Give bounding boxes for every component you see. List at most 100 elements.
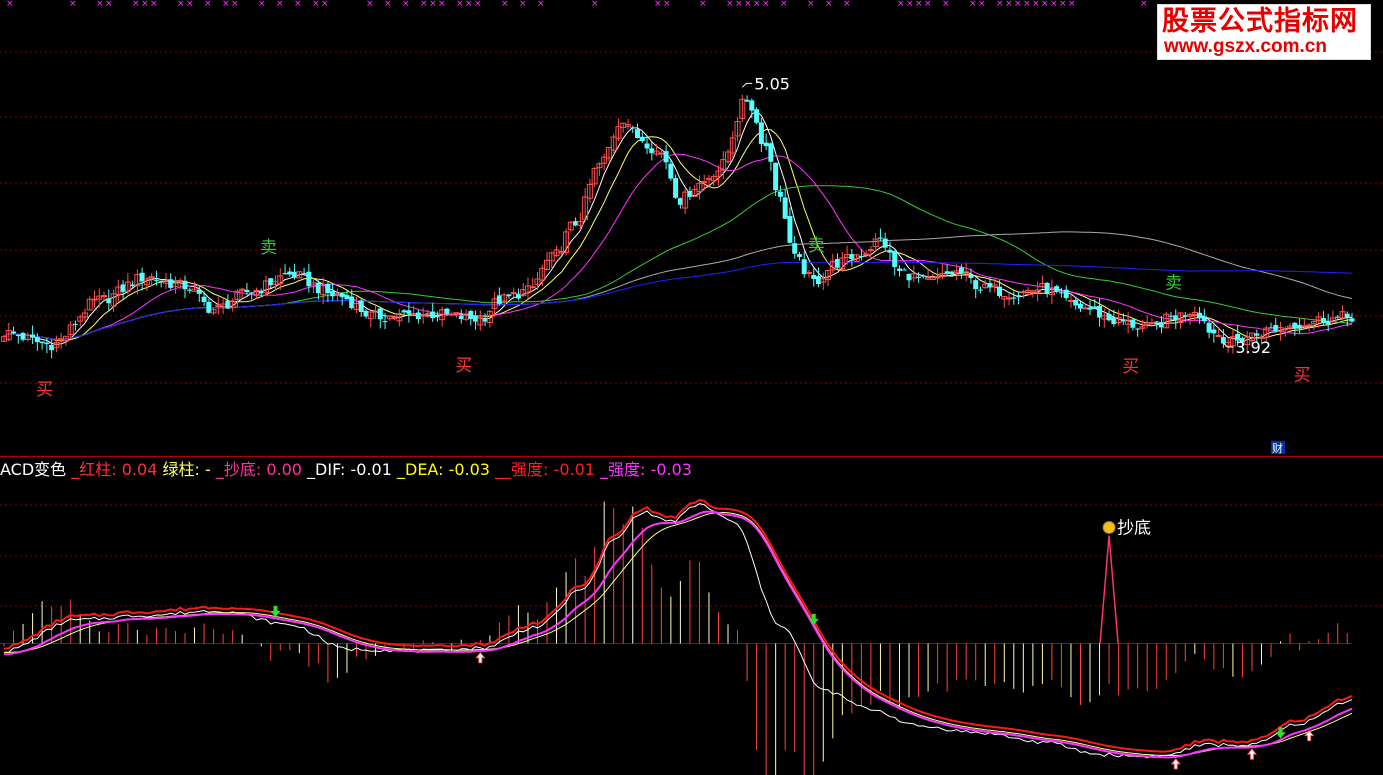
candle[interactable] xyxy=(1163,311,1170,329)
candle[interactable] xyxy=(139,267,145,291)
candle[interactable] xyxy=(739,94,746,122)
candle[interactable] xyxy=(591,167,598,188)
candle[interactable] xyxy=(468,310,474,326)
candle[interactable] xyxy=(158,280,164,288)
candle[interactable] xyxy=(1301,318,1308,329)
candle[interactable] xyxy=(168,273,174,291)
candle[interactable] xyxy=(225,294,231,310)
candle[interactable] xyxy=(524,277,531,300)
candle[interactable] xyxy=(620,122,627,133)
candle[interactable] xyxy=(906,273,912,289)
candle[interactable] xyxy=(187,287,193,294)
candle[interactable] xyxy=(482,313,488,327)
candle[interactable] xyxy=(1320,311,1326,325)
candle[interactable] xyxy=(11,326,17,335)
candlestick-series[interactable] xyxy=(1,94,1355,359)
candle[interactable] xyxy=(729,130,736,158)
candle[interactable] xyxy=(635,123,641,139)
candle[interactable] xyxy=(725,149,732,165)
candle[interactable] xyxy=(458,309,464,324)
candle[interactable] xyxy=(1025,287,1032,296)
candle[interactable] xyxy=(515,288,521,301)
candle[interactable] xyxy=(1273,318,1279,331)
candle[interactable] xyxy=(1020,289,1027,299)
candle[interactable] xyxy=(749,98,755,119)
candle[interactable] xyxy=(473,310,479,330)
candle[interactable] xyxy=(1006,293,1013,306)
candle[interactable] xyxy=(673,174,679,200)
candle[interactable] xyxy=(849,248,855,267)
candle[interactable] xyxy=(901,267,907,271)
candle[interactable] xyxy=(944,264,950,277)
candle[interactable] xyxy=(1144,315,1151,329)
candle[interactable] xyxy=(1034,281,1041,302)
candle[interactable] xyxy=(934,267,941,284)
candle[interactable] xyxy=(448,312,455,316)
candle[interactable] xyxy=(120,280,126,300)
candle[interactable] xyxy=(734,117,741,142)
candle[interactable] xyxy=(910,265,917,282)
candle[interactable] xyxy=(39,341,45,350)
candle[interactable] xyxy=(30,325,36,344)
candle[interactable] xyxy=(1173,309,1179,330)
candle[interactable] xyxy=(548,251,555,269)
candle[interactable] xyxy=(510,287,517,300)
candle[interactable] xyxy=(210,308,217,316)
candle[interactable] xyxy=(477,310,484,331)
candle[interactable] xyxy=(1125,311,1132,334)
candle[interactable] xyxy=(249,292,255,300)
candle[interactable] xyxy=(272,275,279,291)
candle[interactable] xyxy=(439,306,446,327)
candle[interactable] xyxy=(229,298,236,312)
candle[interactable] xyxy=(777,185,783,202)
candle[interactable] xyxy=(768,142,774,171)
candle[interactable] xyxy=(553,245,560,257)
candle[interactable] xyxy=(292,263,298,280)
candle[interactable] xyxy=(601,153,608,171)
candle[interactable] xyxy=(372,306,379,319)
candle[interactable] xyxy=(96,288,103,308)
candle[interactable] xyxy=(5,322,12,342)
candle[interactable] xyxy=(320,277,327,304)
candle[interactable] xyxy=(1339,305,1346,320)
candle[interactable] xyxy=(67,321,74,338)
candle[interactable] xyxy=(754,107,760,125)
candle[interactable] xyxy=(1349,313,1355,323)
candle[interactable] xyxy=(653,144,660,157)
candle[interactable] xyxy=(963,263,970,282)
candle[interactable] xyxy=(663,144,669,170)
candle[interactable] xyxy=(677,197,683,209)
candle[interactable] xyxy=(1135,327,1141,337)
candle[interactable] xyxy=(596,162,603,176)
candle[interactable] xyxy=(1011,291,1017,305)
candle[interactable] xyxy=(1211,324,1217,343)
candle[interactable] xyxy=(153,270,159,286)
candle[interactable] xyxy=(896,265,902,277)
candle[interactable] xyxy=(1191,306,1198,322)
candle[interactable] xyxy=(787,207,793,244)
candle[interactable] xyxy=(977,286,983,294)
candle[interactable] xyxy=(982,279,989,289)
candle[interactable] xyxy=(1206,321,1212,339)
candle[interactable] xyxy=(882,232,888,252)
candle[interactable] xyxy=(72,320,78,331)
candle[interactable] xyxy=(887,241,893,261)
candle[interactable] xyxy=(610,133,617,153)
candle[interactable] xyxy=(506,293,512,299)
candle[interactable] xyxy=(811,268,817,287)
candle[interactable] xyxy=(573,217,579,227)
candle[interactable] xyxy=(143,276,150,291)
candle[interactable] xyxy=(415,309,421,324)
candle[interactable] xyxy=(744,95,750,103)
candle[interactable] xyxy=(1001,295,1008,309)
candle[interactable] xyxy=(334,288,341,302)
candle[interactable] xyxy=(353,296,360,314)
candle[interactable] xyxy=(586,178,593,203)
candle[interactable] xyxy=(358,298,364,317)
candle[interactable] xyxy=(839,252,846,273)
candle[interactable] xyxy=(1082,303,1089,310)
candle[interactable] xyxy=(162,273,169,290)
candle[interactable] xyxy=(115,279,122,302)
candle[interactable] xyxy=(91,290,98,308)
candle[interactable] xyxy=(282,264,288,275)
